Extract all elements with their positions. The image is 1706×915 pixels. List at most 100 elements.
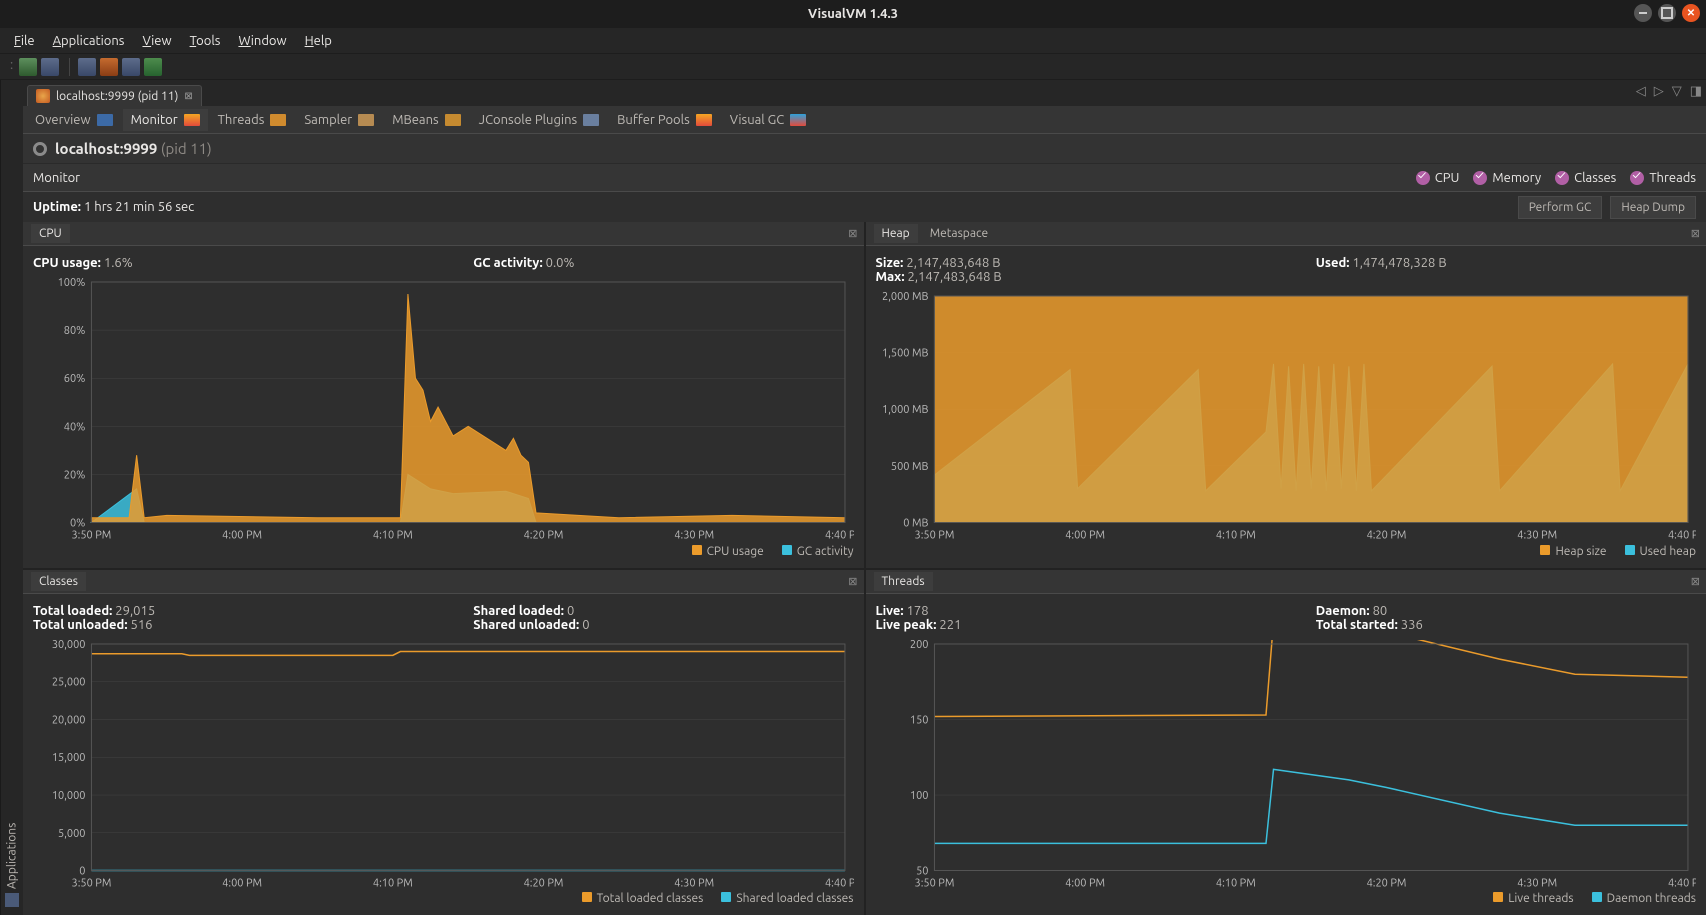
menu-view[interactable]: View — [134, 31, 179, 51]
gc-activity-value: 0.0% — [546, 256, 575, 270]
svg-text:4:20 PM: 4:20 PM — [524, 530, 564, 541]
applications-icon — [5, 893, 19, 907]
cpu-chart: 0%20%40%60%80%100%3:50 PM4:00 PM4:10 PM4… — [33, 278, 854, 541]
menu-file[interactable]: File — [6, 31, 43, 51]
tab-maximize-icon[interactable]: ◨ — [1690, 84, 1702, 99]
classes-tab[interactable]: Classes — [31, 572, 86, 591]
subtab-bar: Overview Monitor Threads Sampler MBeans … — [23, 106, 1706, 134]
cpu-tab[interactable]: CPU — [31, 224, 70, 243]
classes-shared-unloaded-label: Shared unloaded: — [473, 618, 579, 632]
svg-text:3:50 PM: 3:50 PM — [72, 877, 112, 888]
classes-total-unloaded-value: 516 — [131, 618, 153, 632]
svg-text:4:40 PM: 4:40 PM — [825, 877, 853, 888]
subtab-overview[interactable]: Overview — [27, 109, 121, 131]
toolbar — [0, 54, 1706, 80]
classes-chart: 05,00010,00015,00020,00025,00030,0003:50… — [33, 640, 854, 889]
menu-bar: File Applications View Tools Window Help — [0, 28, 1706, 54]
classes-legend-shared: Shared loaded classes — [736, 892, 853, 905]
check-icon — [1473, 171, 1487, 185]
classes-shared-unloaded-value: 0 — [582, 618, 589, 632]
heap-dump-button[interactable]: Heap Dump — [1610, 196, 1696, 219]
svg-text:4:00 PM: 4:00 PM — [1065, 530, 1105, 541]
check-icon — [1630, 171, 1644, 185]
toggle-memory[interactable]: Memory — [1473, 171, 1541, 185]
svg-text:25,000: 25,000 — [52, 676, 86, 688]
svg-text:40%: 40% — [64, 421, 86, 433]
check-icon — [1555, 171, 1569, 185]
buffer-pools-icon — [696, 114, 712, 126]
java-process-icon — [36, 89, 50, 103]
svg-text:4:10 PM: 4:10 PM — [1215, 877, 1255, 888]
toolbar-heap-dump-icon[interactable] — [100, 58, 118, 76]
toggle-threads[interactable]: Threads — [1630, 171, 1696, 185]
tab-scroll-left-icon[interactable]: ◁ — [1636, 84, 1646, 99]
svg-text:4:20 PM: 4:20 PM — [524, 877, 564, 888]
svg-text:1,500 MB: 1,500 MB — [882, 348, 928, 360]
window-maximize-button[interactable] — [1658, 4, 1676, 22]
tab-dropdown-icon[interactable]: ▽ — [1672, 84, 1682, 99]
subtab-buffer-pools[interactable]: Buffer Pools — [609, 109, 720, 131]
svg-text:4:20 PM: 4:20 PM — [1366, 877, 1406, 888]
mbeans-icon — [445, 114, 461, 126]
cpu-panel-close-icon[interactable]: ⊠ — [848, 227, 857, 240]
cpu-panel: CPU ⊠ CPU usage: 1.6% GC activity: 0.0% … — [23, 222, 864, 568]
svg-text:500 MB: 500 MB — [890, 461, 928, 473]
svg-text:100%: 100% — [58, 278, 86, 289]
heap-used-value: 1,474,478,328 B — [1352, 256, 1446, 270]
threads-tab[interactable]: Threads — [874, 572, 933, 591]
monitor-header-label: Monitor — [33, 171, 80, 185]
toolbar-app-snapshot-icon[interactable] — [122, 58, 140, 76]
classes-panel: Classes ⊠ Total loaded: 29,015 Total unl… — [23, 570, 864, 915]
subtab-sampler[interactable]: Sampler — [296, 109, 382, 131]
threads-started-label: Total started: — [1316, 618, 1398, 632]
toolbar-thread-dump-icon[interactable] — [78, 58, 96, 76]
classes-total-loaded-value: 29,015 — [115, 604, 155, 618]
metaspace-tab[interactable]: Metaspace — [922, 224, 996, 243]
process-ring-icon — [33, 142, 47, 156]
threads-started-value: 336 — [1401, 618, 1423, 632]
heap-tab[interactable]: Heap — [874, 224, 918, 243]
toolbar-vm-coredump-icon[interactable] — [41, 58, 59, 76]
menu-applications[interactable]: Applications — [45, 31, 133, 51]
document-tab-controls: ◁ ▷ ▽ ◨ — [1636, 84, 1702, 99]
toggle-classes[interactable]: Classes — [1555, 171, 1616, 185]
subtab-monitor[interactable]: Monitor — [123, 109, 208, 131]
svg-text:3:50 PM: 3:50 PM — [914, 530, 954, 541]
svg-text:4:30 PM: 4:30 PM — [1517, 877, 1557, 888]
svg-text:4:30 PM: 4:30 PM — [674, 877, 714, 888]
classes-panel-close-icon[interactable]: ⊠ — [848, 575, 857, 588]
heap-legend-used: Used heap — [1640, 545, 1696, 558]
document-tab-localhost[interactable]: localhost:9999 (pid 11) ⊠ — [27, 85, 202, 106]
svg-text:4:10 PM: 4:10 PM — [1215, 530, 1255, 541]
menu-tools[interactable]: Tools — [182, 31, 229, 51]
page-title-bar: localhost:9999 (pid 11) — [23, 134, 1706, 164]
subtab-threads[interactable]: Threads — [210, 109, 295, 131]
heap-panel-close-icon[interactable]: ⊠ — [1691, 227, 1700, 240]
page-title-host: localhost:9999 — [55, 140, 157, 157]
menu-window[interactable]: Window — [230, 31, 294, 51]
perform-gc-button[interactable]: Perform GC — [1518, 196, 1603, 219]
svg-text:4:10 PM: 4:10 PM — [373, 530, 413, 541]
window-minimize-button[interactable] — [1634, 4, 1652, 22]
toolbar-profiler-snapshot-icon[interactable] — [144, 58, 162, 76]
tab-scroll-right-icon[interactable]: ▷ — [1654, 84, 1664, 99]
window-close-button[interactable] — [1682, 4, 1700, 22]
svg-text:4:30 PM: 4:30 PM — [1517, 530, 1557, 541]
toolbar-load-snapshot-icon[interactable] — [19, 58, 37, 76]
threads-panel-close-icon[interactable]: ⊠ — [1691, 575, 1700, 588]
menu-help[interactable]: Help — [297, 31, 340, 51]
toggle-cpu[interactable]: CPU — [1416, 171, 1460, 185]
subtab-mbeans[interactable]: MBeans — [384, 109, 468, 131]
document-tab-close-icon[interactable]: ⊠ — [184, 90, 192, 102]
svg-text:4:00 PM: 4:00 PM — [222, 877, 262, 888]
classes-shared-loaded-label: Shared loaded: — [473, 604, 564, 618]
subtab-visual-gc[interactable]: Visual GC — [722, 109, 815, 131]
subtab-jconsole-plugins[interactable]: JConsole Plugins — [471, 109, 608, 131]
cpu-legend-gc: GC activity — [797, 545, 854, 558]
jconsole-plugins-icon — [583, 114, 599, 126]
sidebar-applications-tab[interactable]: Applications — [0, 80, 23, 915]
heap-max-value: 2,147,483,648 B — [908, 270, 1002, 284]
classes-total-loaded-label: Total loaded: — [33, 604, 112, 618]
heap-panel: Heap Metaspace ⊠ Size: 2,147,483,648 B M… — [866, 222, 1706, 568]
cpu-usage-value: 1.6% — [104, 256, 133, 270]
